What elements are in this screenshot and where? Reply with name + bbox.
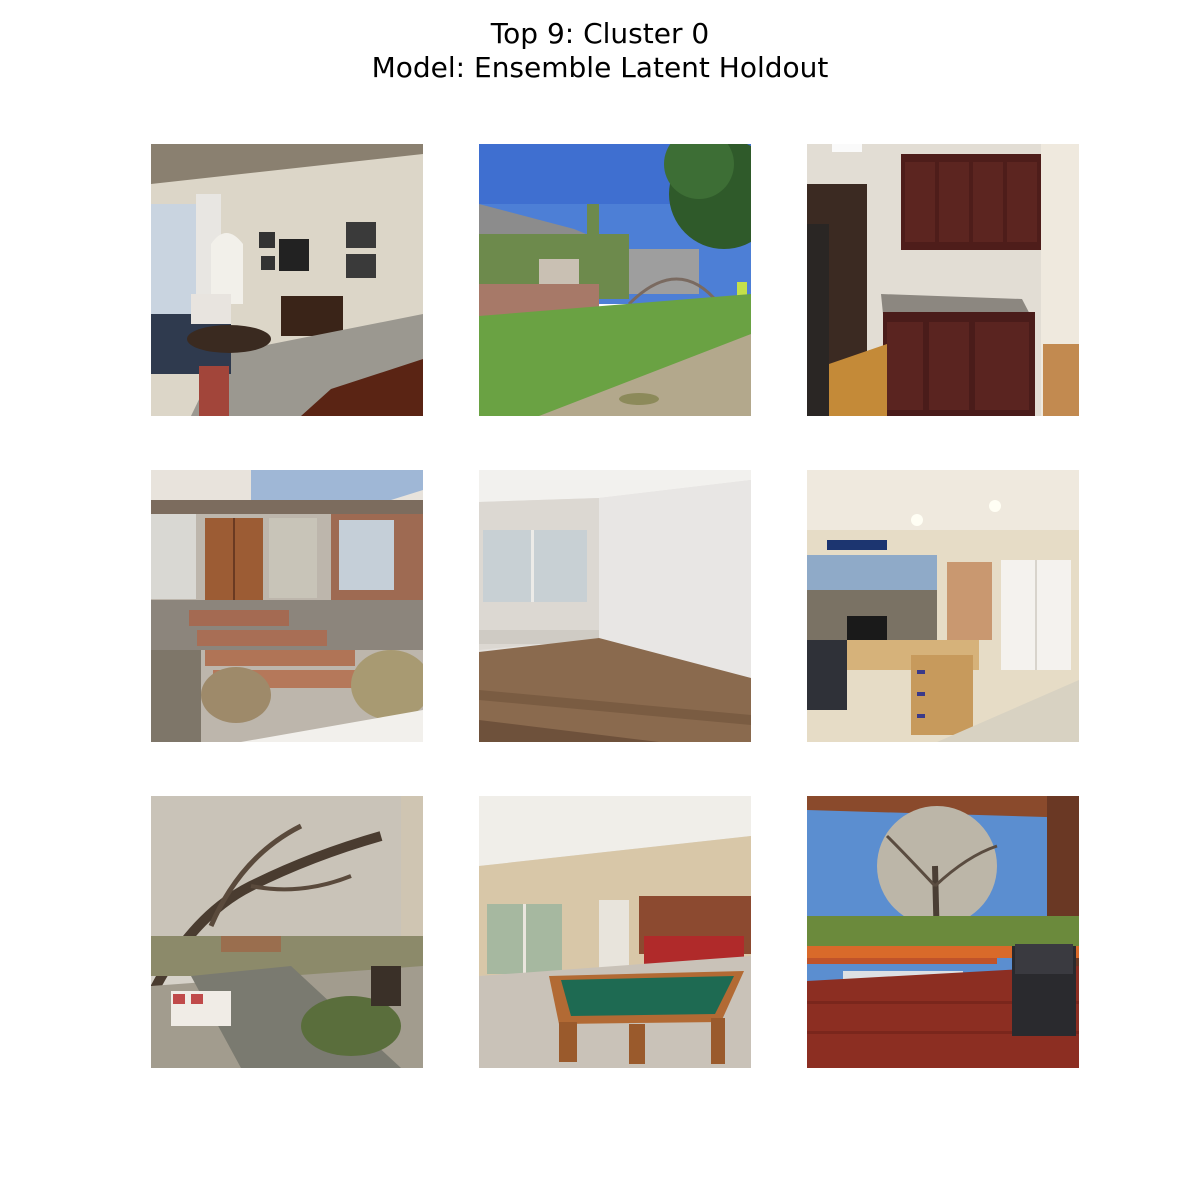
thumbnail-kitchen: [807, 144, 1079, 416]
figure-title: Top 9: Cluster 0 Model: Ensemble Latent …: [0, 17, 1200, 85]
thumbnail-house-exterior: [479, 144, 751, 416]
thumbnail-front-entry: [151, 470, 423, 742]
thumbnail-home-office: [807, 470, 1079, 742]
title-line-2: Model: Ensemble Latent Holdout: [371, 51, 829, 84]
thumbnail-backyard-tree: [151, 796, 423, 1068]
thumbnail-deck-grill: [807, 796, 1079, 1068]
title-line-1: Top 9: Cluster 0: [490, 17, 710, 50]
thumbnail-basement-pool-table: [479, 796, 751, 1068]
thumbnail-living-room: [151, 144, 423, 416]
thumbnail-empty-room: [479, 470, 751, 742]
